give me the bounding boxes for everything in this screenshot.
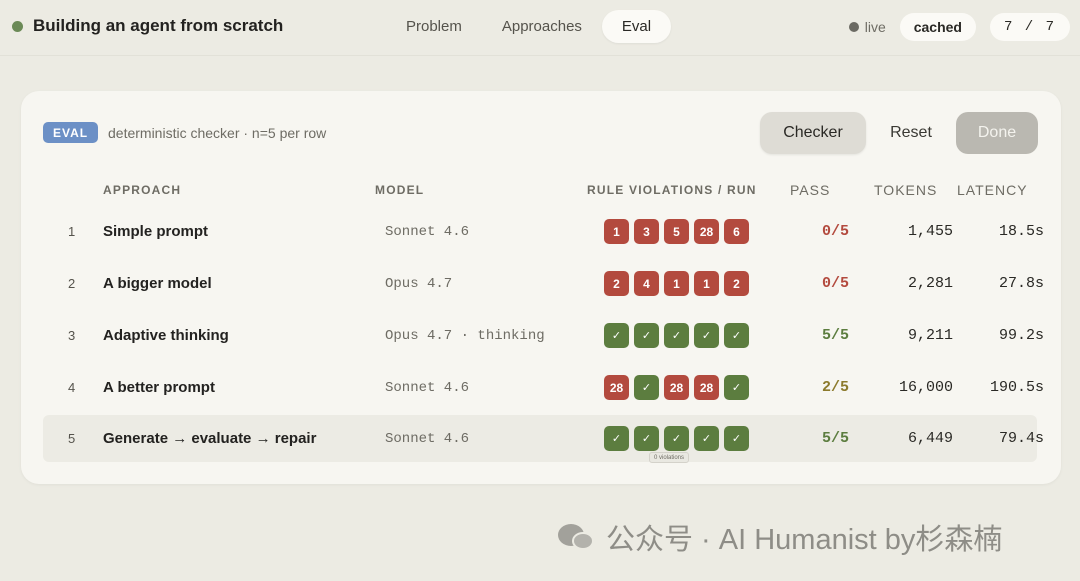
violation-chip[interactable]: 1 xyxy=(664,271,689,296)
wechat-icon xyxy=(556,520,598,554)
app-title: Building an agent from scratch xyxy=(33,16,284,35)
nav-tabs: Problem Approaches Eval xyxy=(386,10,672,43)
eval-description: deterministic checker · n=5 per row xyxy=(108,125,327,141)
live-label: live xyxy=(864,19,886,35)
eval-panel: EVAL deterministic checker · n=5 per row… xyxy=(21,91,1061,484)
column-header-tokens: TOKENS xyxy=(874,182,938,198)
violation-chips: ✓ ✓ ✓ ✓ ✓ xyxy=(604,312,749,359)
check-chip[interactable]: ✓ xyxy=(634,323,659,348)
live-dot-icon xyxy=(848,22,859,32)
table-row[interactable]: 3 Adaptive thinking Opus 4.7 · thinking ✓ ✓ ✓… xyxy=(43,312,1044,359)
latency-value: 27.8s xyxy=(998,275,1044,292)
violation-chip[interactable]: 6 xyxy=(724,219,749,244)
model-name: Sonnet 4.6 xyxy=(385,379,470,396)
chip-tooltip: 0 violations xyxy=(649,452,690,463)
pass-rate: 2/5 xyxy=(821,379,849,396)
violation-chips: 28 ✓ 28 28 ✓ xyxy=(604,364,749,411)
check-chip[interactable]: ✓ xyxy=(634,426,659,451)
latency-value: 18.5s xyxy=(998,223,1044,240)
watermark: 公众号 · AI Humanist by杉森楠 xyxy=(556,517,1002,557)
token-count: 6,449 xyxy=(907,430,953,447)
model-name: Opus 4.7 xyxy=(385,275,453,292)
violation-chip[interactable]: 2 xyxy=(724,271,749,296)
top-bar: Building an agent from scratch Problem A… xyxy=(0,0,1080,56)
column-header-violations: RULE VIOLATIONS / RUN xyxy=(587,183,757,197)
checker-button[interactable]: Checker xyxy=(760,112,866,154)
check-chip[interactable]: ✓ xyxy=(694,426,719,451)
violation-chip[interactable]: 5 xyxy=(664,219,689,244)
row-index: 2 xyxy=(68,276,76,291)
pass-rate: 5/5 xyxy=(821,430,849,447)
token-count: 2,281 xyxy=(907,275,953,292)
check-chip[interactable]: ✓ xyxy=(724,323,749,348)
slide-pager[interactable]: 7 / 7 xyxy=(989,13,1070,41)
row-index: 4 xyxy=(68,380,76,395)
violation-chip[interactable]: 2 xyxy=(604,271,629,296)
violation-chips: 1 3 5 28 6 xyxy=(604,208,749,255)
live-indicator: live xyxy=(848,19,886,35)
approach-name: A bigger model xyxy=(103,275,212,292)
eval-badge: EVAL xyxy=(43,122,99,143)
approach-name: A better prompt xyxy=(103,379,215,396)
violation-chip[interactable]: 28 xyxy=(694,375,719,400)
pass-rate: 0/5 xyxy=(821,275,849,292)
violation-chip[interactable]: 3 xyxy=(634,219,659,244)
tab-approaches[interactable]: Approaches xyxy=(482,10,602,43)
latency-value: 190.5s xyxy=(989,379,1044,396)
column-header-pass: PASS xyxy=(790,182,831,198)
check-chip[interactable]: ✓ xyxy=(724,375,749,400)
table-row[interactable]: 4A better prompt Sonnet 4.6 28 ✓ 28 28 ✓ 2/5 16,… xyxy=(43,364,1044,411)
check-chip[interactable]: ✓ xyxy=(604,323,629,348)
table-row[interactable]: 2A bigger model Opus 4.7 2 4 1 1 2 0/5 2,281 27.8… xyxy=(43,260,1044,307)
check-chip[interactable]: ✓ xyxy=(694,323,719,348)
check-chip[interactable]: ✓ xyxy=(664,323,689,348)
table-row[interactable]: 5 Generate → evaluate → repair Sonnet 4.6 ✓… xyxy=(43,415,1044,462)
violation-chips: 24112 xyxy=(604,260,749,307)
latency-value: 79.4s xyxy=(998,430,1044,447)
model-name: Sonnet 4.6 xyxy=(385,223,470,240)
violation-chip[interactable]: 1 xyxy=(694,271,719,296)
table-row[interactable]: 1 Simple prompt Sonnet 4.6 1 3 5 28 6 0/5 1,455 18… xyxy=(43,208,1044,255)
model-name: Opus 4.7 · thinking xyxy=(385,327,545,344)
done-button[interactable]: Done xyxy=(956,112,1038,154)
check-chip[interactable]: ✓ xyxy=(604,426,629,451)
row-index: 1 xyxy=(68,224,76,239)
token-count: 9,211 xyxy=(907,327,953,344)
column-header-model: MODEL xyxy=(375,183,425,197)
violation-chip[interactable]: 28 xyxy=(604,375,629,400)
token-count: 16,000 xyxy=(898,379,953,396)
tab-problem[interactable]: Problem xyxy=(386,10,482,43)
token-count: 1,455 xyxy=(907,223,953,240)
pass-rate: 0/5 xyxy=(821,223,849,240)
column-header-latency: LATENCY xyxy=(957,182,1028,198)
check-chip[interactable]: ✓ xyxy=(634,375,659,400)
status-dot-icon xyxy=(12,21,23,32)
latency-value: 99.2s xyxy=(998,327,1044,344)
violation-chip[interactable]: 28 xyxy=(694,219,719,244)
pass-rate: 5/5 xyxy=(821,327,849,344)
approach-name: Adaptive thinking xyxy=(103,327,229,344)
row-index: 3 xyxy=(68,328,76,343)
reset-button[interactable]: Reset xyxy=(877,112,945,154)
approach-name: Simple prompt xyxy=(103,223,209,240)
watermark-text: 公众号 · AI Humanist by杉森楠 xyxy=(606,524,1003,556)
approach-name: Generate → evaluate → repair xyxy=(103,430,317,447)
row-index: 5 xyxy=(68,431,76,446)
status-area: live cached 7 / 7 xyxy=(848,12,1070,42)
violation-chip[interactable]: 28 xyxy=(664,375,689,400)
cached-badge[interactable]: cached xyxy=(899,13,976,41)
violation-chip[interactable]: 1 xyxy=(604,219,629,244)
violation-chip[interactable]: 4 xyxy=(634,271,659,296)
model-name: Sonnet 4.6 xyxy=(385,430,470,447)
tab-eval[interactable]: Eval xyxy=(601,10,672,43)
check-chip[interactable]: ✓ xyxy=(724,426,749,451)
column-header-approach: APPROACH xyxy=(103,183,182,197)
check-chip[interactable]: ✓ xyxy=(664,426,689,451)
